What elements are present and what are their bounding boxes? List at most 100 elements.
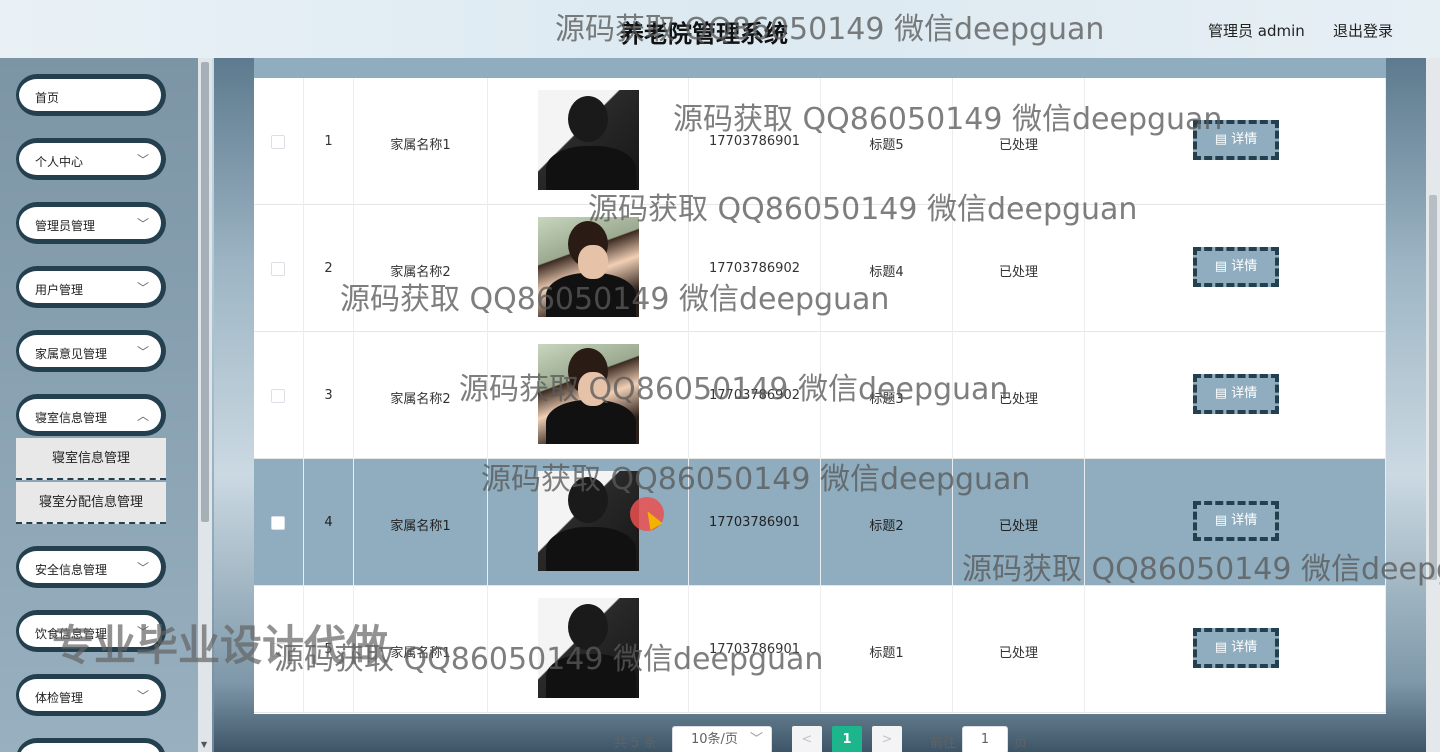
detail-button[interactable]: ▤ 详情	[1193, 628, 1279, 668]
chevron-down-icon: ﹀	[136, 281, 149, 295]
chevron-down-icon: ﹀	[136, 625, 149, 639]
status-text: 已处理	[998, 646, 1038, 661]
sidebar-item-label: 家属意见管理	[35, 347, 108, 361]
cell-name: 家属名称1	[354, 459, 488, 586]
cell-actions: ▤ 详情	[1085, 459, 1386, 586]
cell-index: 5	[304, 586, 354, 713]
chevron-down-icon: ﹀	[136, 561, 149, 575]
row-index: 4	[324, 515, 333, 530]
avatar-image	[538, 90, 639, 190]
phone-number: 17703786901	[709, 515, 800, 530]
sidebar-subitem-dorm-allocation[interactable]: 寝室分配信息管理	[16, 482, 166, 524]
feedback-title: 标题1	[869, 646, 904, 661]
cell-title: 标题5	[821, 78, 953, 205]
chevron-down-icon: ﹀	[136, 217, 149, 231]
cell-avatar	[488, 332, 689, 459]
cell-name: 家属名称1	[354, 78, 488, 205]
detail-button-label: 详情	[1231, 513, 1258, 528]
cell-select	[254, 78, 304, 205]
detail-button[interactable]: ▤ 详情	[1193, 120, 1279, 160]
sidebar-item-health-check[interactable]: 体检管理 ﹀	[16, 674, 166, 716]
row-checkbox[interactable]	[271, 135, 285, 149]
row-checkbox[interactable]	[271, 516, 285, 530]
logout-link[interactable]: 退出登录	[1333, 20, 1393, 41]
detail-button-label: 详情	[1231, 132, 1258, 147]
chevron-up-icon: ︿	[136, 409, 149, 423]
page-unit-label: 页	[1014, 736, 1028, 751]
cell-title: 标题4	[821, 205, 953, 332]
sidebar-item-label: 首页	[35, 91, 60, 105]
status-text: 已处理	[998, 138, 1038, 153]
cell-status: 已处理	[953, 332, 1085, 459]
row-index: 2	[324, 261, 333, 276]
table-row[interactable]: 3 家属名称2 17703786902 标题3 已处理 ▤ 详情	[254, 332, 1386, 459]
phone-number: 17703786901	[709, 642, 800, 657]
chevron-down-icon: ﹀	[136, 689, 149, 703]
sidebar-item-diet-management[interactable]: 饮食信息管理 ﹀	[16, 610, 166, 652]
table-row[interactable]: 4 家属名称1 17703786901 标题2 已处理 ▤ 详情	[254, 459, 1386, 586]
cell-actions: ▤ 详情	[1085, 586, 1386, 713]
goto-page-input[interactable]: 1	[962, 726, 1008, 752]
cell-actions: ▤ 详情	[1085, 332, 1386, 459]
page-scrollbar-thumb[interactable]	[1429, 195, 1437, 580]
sidebar-item-label: 用户管理	[35, 283, 84, 297]
sidebar-item-label: 饮食信息管理	[35, 627, 108, 641]
sidebar-scrollbar-thumb[interactable]	[201, 62, 209, 522]
sidebar-item-home[interactable]: 首页	[16, 74, 166, 116]
detail-button[interactable]: ▤ 详情	[1193, 374, 1279, 414]
chevron-down-icon: ﹀	[136, 153, 149, 167]
row-index: 5	[324, 642, 333, 657]
cell-name: 家属名称2	[354, 332, 488, 459]
cell-name: 家属名称1	[354, 586, 488, 713]
document-icon: ▤	[1214, 640, 1232, 655]
current-user: 管理员 admin	[1208, 22, 1305, 40]
cell-select	[254, 459, 304, 586]
cell-select	[254, 332, 304, 459]
prev-page-button[interactable]: <	[792, 726, 822, 752]
avatar-image	[538, 598, 639, 698]
sidebar-item-family-feedback[interactable]: 家属意见管理 ﹀	[16, 330, 166, 372]
detail-button[interactable]: ▤ 详情	[1193, 501, 1279, 541]
table-header	[254, 58, 1386, 78]
sidebar-item-admin-management[interactable]: 管理员管理 ﹀	[16, 202, 166, 244]
row-checkbox[interactable]	[271, 262, 285, 276]
page-size-select[interactable]: 10条/页 ﹀	[672, 726, 772, 752]
pagination: 共 5 条 10条/页 ﹀ < 1 > 前往 1 页	[0, 726, 1440, 752]
page-1-button[interactable]: 1	[832, 726, 862, 752]
sidebar-item-profile[interactable]: 个人中心 ﹀	[16, 138, 166, 180]
feedback-title: 标题2	[869, 519, 904, 534]
cell-status: 已处理	[953, 586, 1085, 713]
sidebar-item-safety-management[interactable]: 安全信息管理 ﹀	[16, 546, 166, 588]
cell-phone: 17703786901	[689, 459, 821, 586]
next-page-button[interactable]: >	[872, 726, 902, 752]
detail-button-label: 详情	[1231, 640, 1258, 655]
document-icon: ▤	[1214, 386, 1232, 401]
phone-number: 17703786901	[709, 134, 800, 149]
row-checkbox[interactable]	[271, 389, 285, 403]
chevron-down-icon: ﹀	[749, 732, 763, 747]
phone-number: 17703786902	[709, 388, 800, 403]
sidebar-item-user-management[interactable]: 用户管理 ﹀	[16, 266, 166, 308]
document-icon: ▤	[1214, 513, 1232, 528]
family-name: 家属名称1	[390, 646, 451, 661]
row-checkbox[interactable]	[271, 643, 285, 657]
cell-status: 已处理	[953, 78, 1085, 205]
feedback-title: 标题5	[869, 138, 904, 153]
sidebar-subitem-dorm-info[interactable]: 寝室信息管理	[16, 438, 166, 480]
table-row[interactable]: 2 家属名称2 17703786902 标题4 已处理 ▤ 详情	[254, 205, 1386, 332]
cell-status: 已处理	[953, 459, 1085, 586]
table-row[interactable]: 5 家属名称1 17703786901 标题1 已处理 ▤ 详情	[254, 586, 1386, 713]
sidebar-item-label: 寝室信息管理	[35, 411, 108, 425]
table-row[interactable]: 1 家属名称1 17703786901 标题5 已处理 ▤ 详情	[254, 78, 1386, 205]
feedback-title: 标题3	[869, 392, 904, 407]
cell-phone: 17703786902	[689, 332, 821, 459]
status-text: 已处理	[998, 519, 1038, 534]
avatar-image	[538, 471, 639, 571]
sidebar-item-label: 个人中心	[35, 155, 84, 169]
document-icon: ▤	[1214, 132, 1232, 147]
detail-button[interactable]: ▤ 详情	[1193, 247, 1279, 287]
detail-button-label: 详情	[1231, 386, 1258, 401]
status-text: 已处理	[998, 265, 1038, 280]
cell-phone: 17703786901	[689, 78, 821, 205]
sidebar-item-dorm-management[interactable]: 寝室信息管理 ︿	[16, 394, 166, 436]
